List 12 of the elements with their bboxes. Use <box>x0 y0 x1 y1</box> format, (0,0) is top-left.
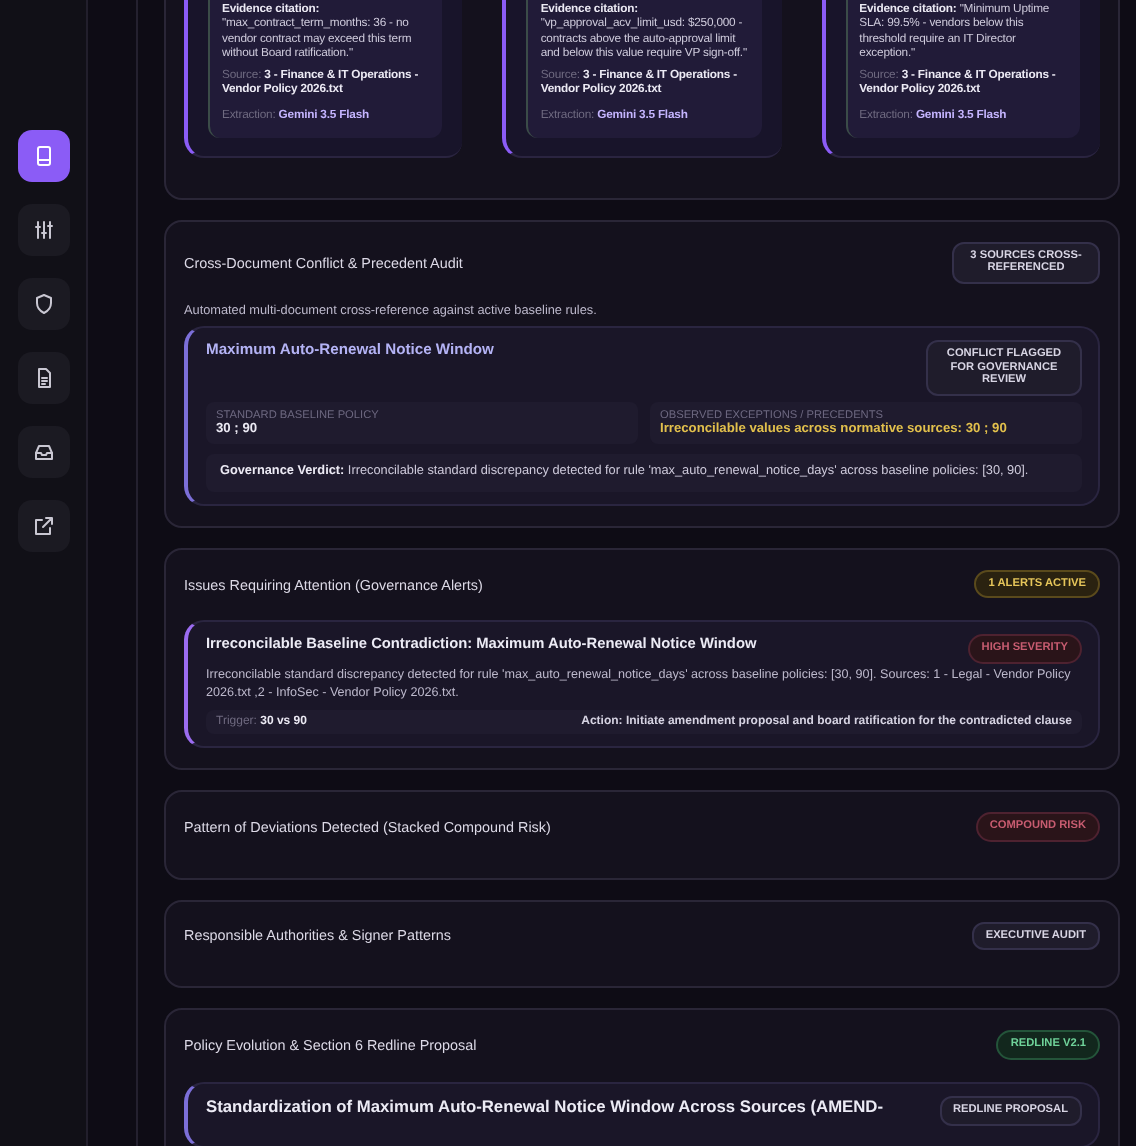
book-icon <box>31 144 55 168</box>
shield-icon <box>31 292 55 316</box>
nav-button[interactable] <box>17 130 69 182</box>
nav-button[interactable] <box>17 352 69 404</box>
nav-button[interactable] <box>17 500 69 552</box>
inbox-icon <box>31 440 55 464</box>
nav-button[interactable] <box>17 426 69 478</box>
proposal-title: Standardization of Maximum Auto-Renewal Notice Window Across Sources (AMEND- <box>206 1095 884 1116</box>
external-link-icon <box>31 514 55 538</box>
nav-button[interactable] <box>17 204 69 256</box>
nav-button[interactable] <box>17 278 69 330</box>
sliders-icon <box>31 218 55 242</box>
